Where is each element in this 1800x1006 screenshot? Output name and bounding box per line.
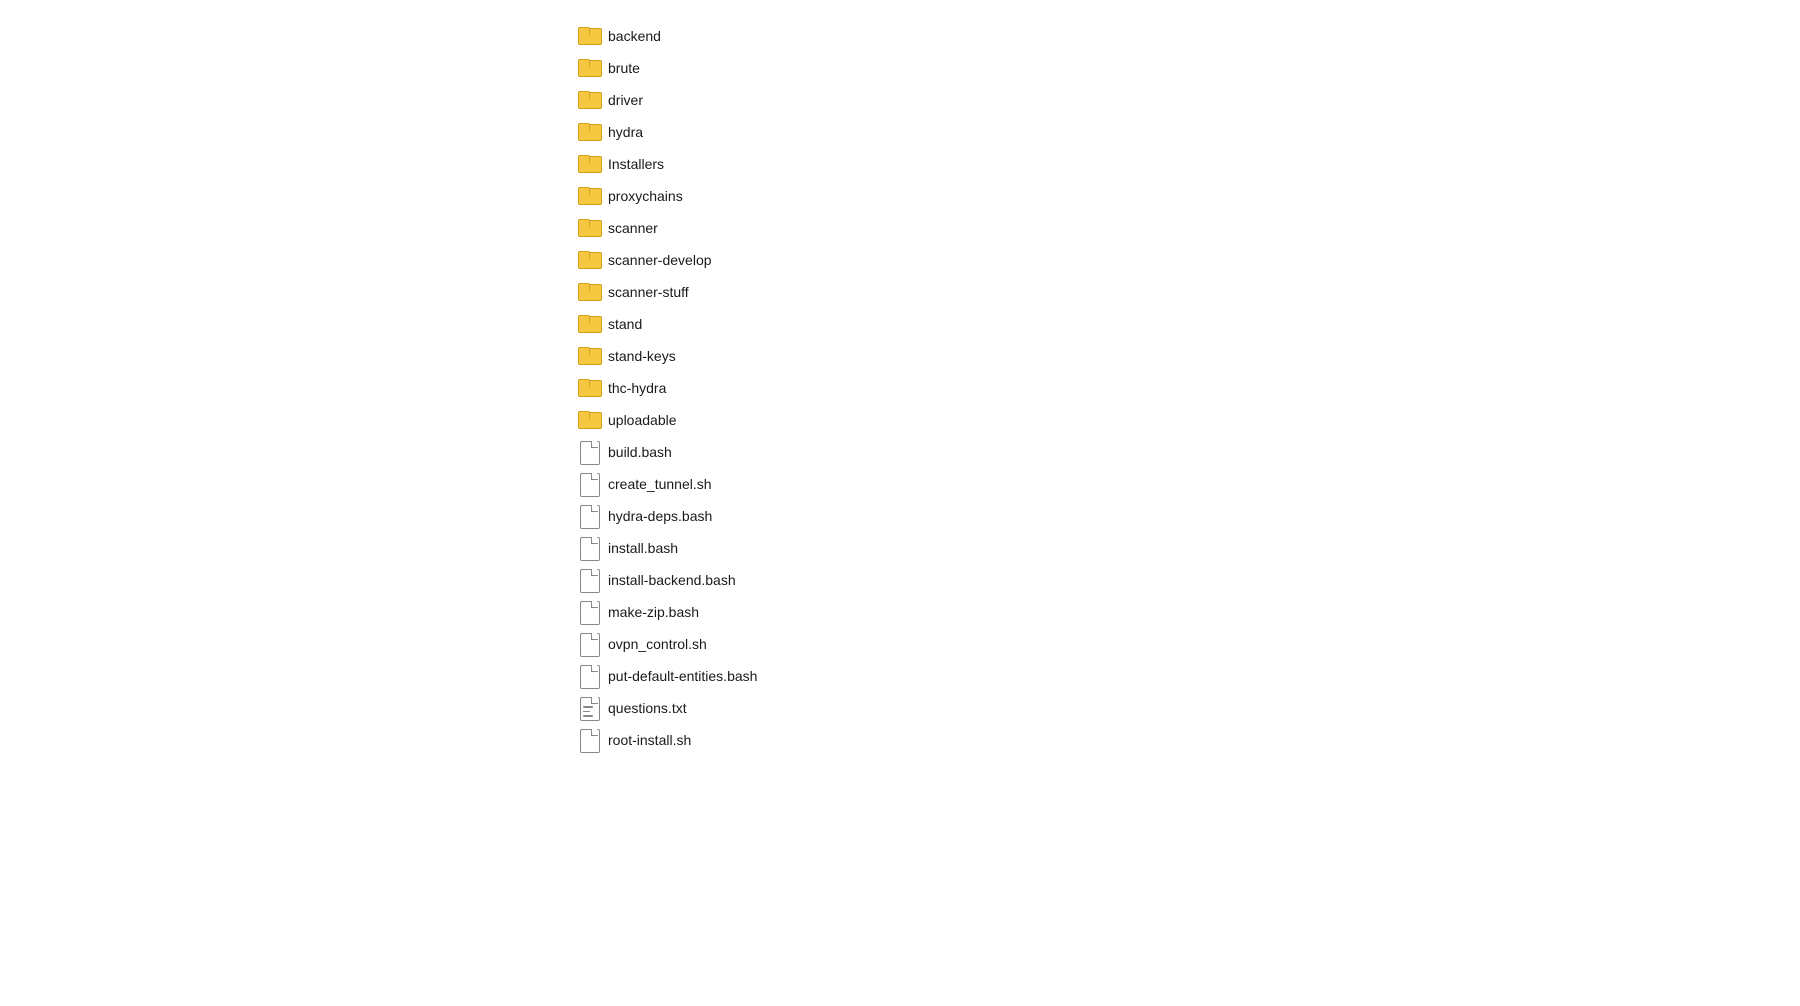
item-label: scanner-stuff bbox=[608, 284, 689, 300]
folder-icon bbox=[578, 313, 600, 335]
folder-icon bbox=[578, 281, 600, 303]
list-item[interactable]: make-zip.bash bbox=[570, 596, 1800, 628]
item-label: put-default-entities.bash bbox=[608, 668, 757, 684]
item-label: hydra-deps.bash bbox=[608, 508, 712, 524]
item-label: install-backend.bash bbox=[608, 572, 736, 588]
list-item[interactable]: install-backend.bash bbox=[570, 564, 1800, 596]
item-label: ovpn_control.sh bbox=[608, 636, 707, 652]
file-icon bbox=[578, 729, 600, 751]
item-label: Installers bbox=[608, 156, 664, 172]
item-label: stand bbox=[608, 316, 642, 332]
list-item[interactable]: thc-hydra bbox=[570, 372, 1800, 404]
item-label: backend bbox=[608, 28, 661, 44]
list-item[interactable]: install.bash bbox=[570, 532, 1800, 564]
item-label: thc-hydra bbox=[608, 380, 666, 396]
list-item[interactable]: hydra bbox=[570, 116, 1800, 148]
list-item[interactable]: build.bash bbox=[570, 436, 1800, 468]
folder-icon bbox=[578, 217, 600, 239]
item-label: stand-keys bbox=[608, 348, 676, 364]
list-item[interactable]: scanner-develop bbox=[570, 244, 1800, 276]
list-item[interactable]: ovpn_control.sh bbox=[570, 628, 1800, 660]
folder-icon bbox=[578, 89, 600, 111]
folder-icon bbox=[578, 121, 600, 143]
item-label: hydra bbox=[608, 124, 643, 140]
folder-icon bbox=[578, 345, 600, 367]
list-item[interactable]: scanner bbox=[570, 212, 1800, 244]
folder-icon bbox=[578, 409, 600, 431]
file-icon bbox=[578, 505, 600, 527]
item-label: proxychains bbox=[608, 188, 683, 204]
file-icon bbox=[578, 633, 600, 655]
item-label: make-zip.bash bbox=[608, 604, 699, 620]
list-item[interactable]: driver bbox=[570, 84, 1800, 116]
file-list: backend brute driver hydra Installers proxych… bbox=[0, 0, 1800, 776]
list-item[interactable]: backend bbox=[570, 20, 1800, 52]
item-label: root-install.sh bbox=[608, 732, 691, 748]
folder-icon bbox=[578, 153, 600, 175]
text-file-icon bbox=[578, 697, 600, 719]
list-item[interactable]: stand-keys bbox=[570, 340, 1800, 372]
list-item[interactable]: proxychains bbox=[570, 180, 1800, 212]
list-item[interactable]: uploadable bbox=[570, 404, 1800, 436]
file-icon bbox=[578, 601, 600, 623]
file-icon bbox=[578, 665, 600, 687]
item-label: uploadable bbox=[608, 412, 677, 428]
folder-icon bbox=[578, 185, 600, 207]
item-label: questions.txt bbox=[608, 700, 687, 716]
item-label: install.bash bbox=[608, 540, 678, 556]
list-item[interactable]: hydra-deps.bash bbox=[570, 500, 1800, 532]
folder-icon bbox=[578, 377, 600, 399]
list-item[interactable]: root-install.sh bbox=[570, 724, 1800, 756]
folder-icon bbox=[578, 249, 600, 271]
list-item[interactable]: brute bbox=[570, 52, 1800, 84]
list-item[interactable]: questions.txt bbox=[570, 692, 1800, 724]
file-icon bbox=[578, 473, 600, 495]
list-item[interactable]: create_tunnel.sh bbox=[570, 468, 1800, 500]
list-item[interactable]: scanner-stuff bbox=[570, 276, 1800, 308]
list-item[interactable]: stand bbox=[570, 308, 1800, 340]
item-label: create_tunnel.sh bbox=[608, 476, 712, 492]
list-item[interactable]: put-default-entities.bash bbox=[570, 660, 1800, 692]
file-icon bbox=[578, 441, 600, 463]
item-label: scanner-develop bbox=[608, 252, 712, 268]
item-label: driver bbox=[608, 92, 643, 108]
item-label: brute bbox=[608, 60, 640, 76]
file-icon bbox=[578, 537, 600, 559]
list-item[interactable]: Installers bbox=[570, 148, 1800, 180]
file-icon bbox=[578, 569, 600, 591]
item-label: scanner bbox=[608, 220, 658, 236]
folder-icon bbox=[578, 57, 600, 79]
item-label: build.bash bbox=[608, 444, 672, 460]
folder-icon bbox=[578, 25, 600, 47]
